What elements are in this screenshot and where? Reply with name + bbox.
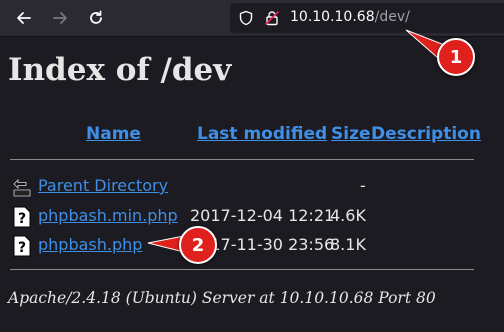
column-header-last-modified[interactable]: Last modified [197, 124, 327, 144]
url-host: 10.10.10.68 [290, 9, 375, 25]
back-folder-icon [12, 176, 32, 198]
annotation-marker-1: 1 [437, 38, 475, 76]
file-link[interactable]: Parent Directory [38, 176, 168, 195]
unknown-file-icon: ? [12, 235, 32, 257]
svg-text:?: ? [18, 211, 26, 227]
column-header-size[interactable]: Size [331, 124, 371, 144]
divider-top [10, 159, 474, 160]
server-signature: Apache/2.4.18 (Ubuntu) Server at 10.10.1… [8, 289, 436, 307]
file-link[interactable]: phpbash.min.php [38, 206, 178, 225]
url-path: /dev/ [374, 9, 410, 25]
file-date: 2017-12-04 12:21 [190, 206, 335, 225]
file-size: 4.6K [330, 206, 366, 225]
lock-icon[interactable] [264, 10, 280, 26]
forward-arrow-icon[interactable] [50, 8, 70, 28]
annotation-marker-2: 2 [179, 226, 217, 264]
list-item: ? phpbash.php 2017-11-30 23:56 8.1K [0, 233, 504, 257]
file-link[interactable]: phpbash.php [38, 235, 142, 254]
browser-toolbar: 10.10.10.68/dev/ [0, 0, 504, 37]
url-text[interactable]: 10.10.10.68/dev/ [290, 9, 410, 25]
reload-icon[interactable] [86, 8, 106, 28]
annotation-pointers [147, 29, 443, 253]
file-size: 8.1K [330, 235, 366, 254]
shield-icon[interactable] [238, 10, 254, 26]
divider-bottom [10, 269, 474, 270]
unknown-file-icon: ? [12, 206, 32, 228]
back-arrow-icon[interactable] [14, 8, 34, 28]
column-header-name[interactable]: Name [86, 124, 141, 144]
column-header-description[interactable]: Description [371, 124, 481, 144]
url-bar[interactable]: 10.10.10.68/dev/ [230, 3, 504, 33]
page-title: Index of /dev [8, 52, 232, 88]
svg-text:?: ? [18, 240, 26, 256]
list-item-parent-directory: Parent Directory - [0, 174, 504, 198]
file-size: - [360, 176, 366, 195]
list-item: ? phpbash.min.php 2017-12-04 12:21 4.6K [0, 204, 504, 228]
